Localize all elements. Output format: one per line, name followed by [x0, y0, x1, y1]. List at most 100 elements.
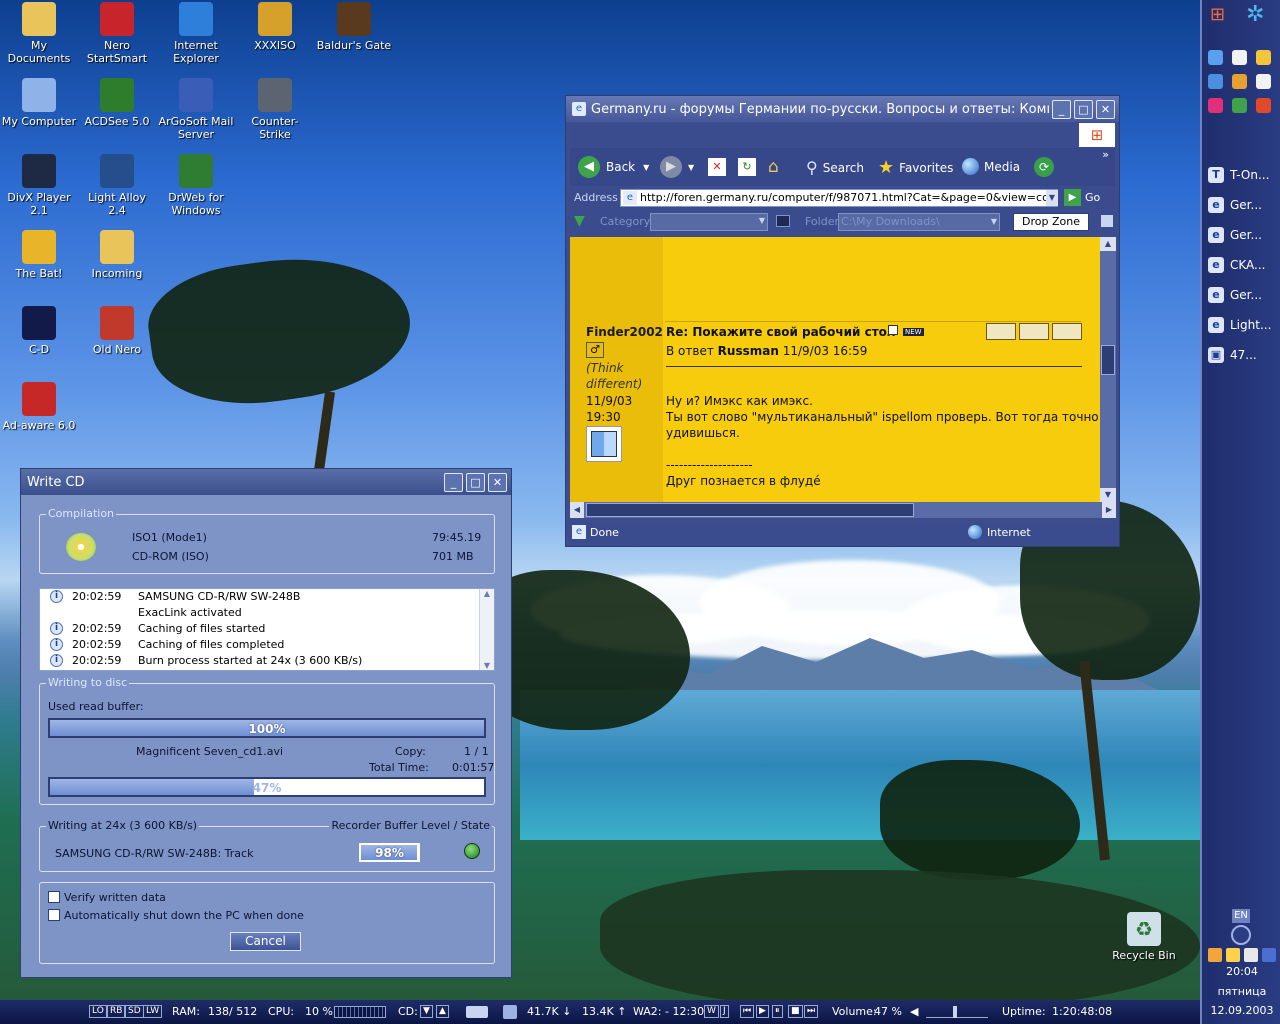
- desktop-icon[interactable]: DrWeb for Windows: [157, 154, 235, 217]
- options-icon[interactable]: [1101, 215, 1113, 227]
- shutdown-checkbox[interactable]: [48, 909, 60, 921]
- desktop-icon[interactable]: DivX Player 2.1: [0, 154, 78, 217]
- tray-icon-4[interactable]: [1262, 948, 1276, 962]
- desktop-icon[interactable]: C-D: [0, 306, 78, 356]
- lw-button[interactable]: LW: [143, 1005, 163, 1018]
- sidebar-task-item[interactable]: e Ger...: [1208, 221, 1280, 249]
- sidebar-task-item[interactable]: e Ger...: [1208, 281, 1280, 309]
- forward-button[interactable]: ▶ ▼: [660, 156, 694, 178]
- maximize-button[interactable]: □: [466, 472, 485, 492]
- sidebar-task-item[interactable]: T T-On...: [1208, 161, 1280, 189]
- post-checkbox[interactable]: [888, 325, 898, 335]
- desktop-icon[interactable]: ArGoSoft Mail Server: [157, 78, 235, 141]
- page-vscrollbar[interactable]: ▲ ▼: [1100, 237, 1116, 502]
- tray-icon-3[interactable]: [1244, 948, 1258, 962]
- stop-icon[interactable]: ✕: [708, 158, 726, 176]
- play-icon[interactable]: ▶: [756, 1005, 769, 1018]
- desktop-icon[interactable]: Ad-aware 6.0: [0, 382, 78, 432]
- volume-slider-knob[interactable]: [953, 1006, 958, 1018]
- sidebar-task-item[interactable]: e Ger...: [1208, 191, 1280, 219]
- folder-browse-icon[interactable]: [776, 215, 790, 227]
- log-scrollbar[interactable]: ▲ ▼: [479, 589, 494, 670]
- msn-butterfly-icon[interactable]: ✲: [1246, 2, 1264, 27]
- stop-icon[interactable]: ■: [788, 1005, 803, 1018]
- post-author[interactable]: Finder2002: [586, 325, 663, 339]
- write-cd-titlebar[interactable]: Write CD _ □ ✕: [21, 469, 511, 495]
- windows-start-icon[interactable]: ⊞: [1210, 4, 1225, 25]
- category-select[interactable]: ▼: [650, 213, 768, 231]
- ie-minimize-button[interactable]: _: [1052, 99, 1071, 119]
- scroll-hthumb[interactable]: [586, 503, 914, 517]
- drop-zone-button[interactable]: Drop Zone: [1013, 213, 1089, 231]
- verify-checkbox[interactable]: [48, 891, 60, 903]
- quick-launch-icon[interactable]: [1256, 98, 1271, 113]
- quick-launch-icon[interactable]: [1208, 50, 1223, 65]
- reply-icon[interactable]: [986, 323, 1016, 340]
- page-hscrollbar[interactable]: ◀ ▶: [570, 502, 1116, 518]
- sd-button[interactable]: SD: [125, 1005, 144, 1018]
- ie-titlebar[interactable]: e Germany.ru - форумы Германии по-русски…: [566, 96, 1119, 122]
- scroll-left-icon[interactable]: ◀: [570, 502, 584, 518]
- cd-eject-up-icon[interactable]: ▲: [436, 1005, 449, 1018]
- search-button[interactable]: ⚲ Search: [806, 158, 864, 177]
- tray-icon-2[interactable]: [1226, 948, 1240, 962]
- winamp-j-button[interactable]: J: [720, 1005, 729, 1018]
- ie-maximize-button[interactable]: □: [1074, 99, 1093, 119]
- scroll-thumb[interactable]: [1101, 345, 1115, 375]
- quick-launch-icon[interactable]: [1208, 74, 1223, 89]
- folder-select[interactable]: C:\My Downloads\ ▼: [838, 213, 1000, 231]
- desktop-icon[interactable]: XXXISO: [236, 2, 314, 52]
- url-input[interactable]: e http://foren.germany.ru/computer/f/9870…: [620, 189, 1058, 207]
- desktop-icon[interactable]: ACDSee 5.0: [78, 78, 156, 128]
- scroll-down-icon[interactable]: ▼: [1100, 488, 1116, 502]
- quick-launch-icon[interactable]: [1232, 98, 1247, 113]
- burn-log[interactable]: i 20:02:59 SAMSUNG CD-R/RW SW-248B ExacLink…: [39, 588, 495, 671]
- back-button[interactable]: ◀ Back ▼: [578, 156, 649, 178]
- refresh-icon[interactable]: ↻: [738, 158, 756, 176]
- print-icon[interactable]: [1019, 323, 1049, 340]
- sidebar-task-item[interactable]: e CKA...: [1208, 251, 1280, 279]
- tray-icon-1[interactable]: [1208, 948, 1222, 962]
- minimize-button[interactable]: _: [444, 472, 463, 492]
- quick-launch-icon[interactable]: [1232, 74, 1247, 89]
- scroll-right-icon[interactable]: ▶: [1102, 502, 1116, 518]
- desktop-icon[interactable]: Old Nero: [78, 306, 156, 356]
- quick-launch-icon[interactable]: [1256, 74, 1271, 89]
- desktop-icon[interactable]: My Computer: [0, 78, 78, 128]
- speaker-icon[interactable]: ◀: [910, 1005, 918, 1018]
- url-dropdown-icon[interactable]: ▼: [1046, 190, 1058, 206]
- quick-launch-icon[interactable]: [1208, 98, 1223, 113]
- desktop-icon[interactable]: Counter-Strike: [236, 78, 314, 141]
- cd-eject-down-icon[interactable]: ▼: [420, 1005, 433, 1018]
- scroll-down-icon[interactable]: ▼: [480, 661, 494, 670]
- desktop-icon[interactable]: Baldur's Gate: [315, 2, 393, 52]
- go-button[interactable]: ▶ Go: [1064, 189, 1100, 206]
- edit-icon[interactable]: [1052, 323, 1082, 340]
- scroll-up-icon[interactable]: ▲: [1100, 237, 1116, 251]
- home-icon[interactable]: ⌂: [768, 158, 788, 176]
- history-icon[interactable]: ⟳: [1034, 157, 1054, 177]
- desktop-icon[interactable]: Incoming: [78, 230, 156, 280]
- ie-close-button[interactable]: ✕: [1096, 99, 1115, 119]
- pause-icon[interactable]: ⏸: [772, 1005, 783, 1018]
- quick-launch-icon[interactable]: [1256, 50, 1271, 65]
- winamp-w-button[interactable]: W: [704, 1005, 719, 1018]
- next-track-icon[interactable]: ⏭: [804, 1005, 819, 1018]
- scroll-up-icon[interactable]: ▲: [480, 589, 494, 598]
- prev-track-icon[interactable]: ⏮: [740, 1005, 755, 1018]
- clock-time[interactable]: 20:04: [1202, 965, 1280, 978]
- volume-slider[interactable]: [926, 1006, 988, 1018]
- quick-launch-icon[interactable]: [1232, 50, 1247, 65]
- favorites-button[interactable]: ★ Favorites: [878, 157, 953, 178]
- more-chevron-icon[interactable]: »: [1102, 148, 1109, 161]
- sidebar-task-item[interactable]: ▣ 47...: [1208, 341, 1280, 369]
- media-button[interactable]: Media: [962, 158, 1020, 175]
- lo-button[interactable]: LO: [89, 1005, 107, 1018]
- close-button[interactable]: ✕: [488, 472, 507, 492]
- language-indicator[interactable]: EN: [1232, 909, 1250, 923]
- desktop-icon[interactable]: My Documents: [0, 2, 78, 65]
- desktop-icon[interactable]: Internet Explorer: [157, 2, 235, 65]
- rb-button[interactable]: RB: [107, 1005, 126, 1018]
- cancel-button[interactable]: Cancel: [230, 932, 301, 951]
- desktop-icon[interactable]: The Bat!: [0, 230, 78, 280]
